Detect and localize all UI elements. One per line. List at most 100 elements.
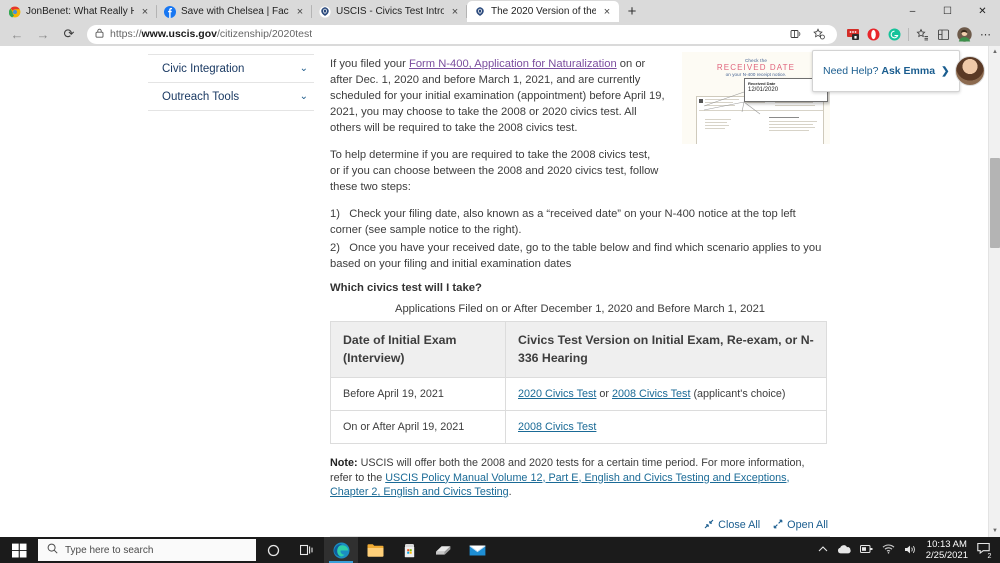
paragraph-filing-window: If you filed your Form N-400, Applicatio… [330, 56, 670, 136]
collapse-arrows-icon [704, 519, 714, 532]
lastpass-extension-icon[interactable] [842, 24, 863, 45]
collections-icon[interactable] [933, 24, 954, 45]
sidebar-nav: Civic Integration ⌄ Outreach Tools ⌄ [148, 46, 314, 111]
facebook-icon [164, 5, 176, 18]
sidebar-item-civic-integration[interactable]: Civic Integration ⌄ [148, 55, 314, 83]
browser-tab-2[interactable]: Save with Chelsea | Facebook × [157, 1, 312, 22]
scroll-up-button[interactable]: ▲ [989, 46, 1000, 58]
sidebar-item-label: Civic Integration [162, 62, 245, 75]
eraser-app-icon[interactable] [426, 537, 460, 563]
open-all-label: Open All [787, 519, 828, 531]
tab-title: The 2020 Version of the Civics Te [491, 5, 596, 17]
opera-extension-icon[interactable] [863, 24, 884, 45]
ask-emma-widget[interactable]: Need Help? Ask Emma ❯ [812, 50, 986, 92]
windows-taskbar: Type here to search 10:13 AM 2/25/2021 2 [0, 537, 1000, 563]
column-header-date: Date of Initial Exam (Interview) [330, 321, 506, 378]
usb-eject-icon[interactable] [859, 544, 873, 556]
file-explorer-icon[interactable] [358, 537, 392, 563]
taskbar-clock[interactable]: 10:13 AM 2/25/2021 [926, 539, 968, 561]
onedrive-icon[interactable] [837, 544, 851, 556]
notification-count: 2 [985, 552, 994, 561]
clock-date: 2/25/2021 [925, 550, 968, 561]
cortana-icon[interactable] [256, 537, 290, 563]
wifi-icon[interactable] [882, 544, 895, 556]
system-tray: 10:13 AM 2/25/2021 2 [818, 539, 1000, 561]
table-caption: Applications Filed on or After December … [394, 303, 766, 315]
note-label: Note: [330, 457, 358, 469]
maximize-button[interactable]: ☐ [930, 0, 965, 22]
sidebar-item-outreach-tools[interactable]: Outreach Tools ⌄ [148, 83, 314, 111]
sample-notice-image: Check the RECEIVED DATE on your N-400 re… [682, 52, 830, 144]
form-n400-link[interactable]: Form N-400, Application for Naturalizati… [409, 58, 617, 70]
grammarly-extension-icon[interactable] [884, 24, 905, 45]
table-header-row: Date of Initial Exam (Interview) Civics … [330, 321, 827, 378]
close-all-label: Close All [718, 519, 761, 531]
reload-button[interactable]: ⟳ [56, 23, 82, 45]
accordion-controls: Close All Open All [330, 519, 830, 532]
chevron-down-icon: ⌄ [299, 63, 308, 74]
close-window-button[interactable]: ✕ [965, 0, 1000, 22]
note-text-after: . [508, 486, 512, 498]
add-favorite-icon[interactable] [808, 24, 829, 45]
test-2020-link[interactable]: 2020 Civics Test [518, 388, 596, 400]
browser-chrome: JonBenet: What Really Happened × Save wi… [0, 0, 1000, 46]
address-bar[interactable]: https://www.uscis.gov/citizenship/2020te… [87, 24, 837, 45]
note-block: Note: USCIS will offer both the 2008 and… [330, 456, 820, 500]
paragraph-two-steps: To help determine if you are required to… [330, 149, 659, 193]
cell-version: 2008 Civics Test [505, 410, 827, 444]
cell-version: 2020 Civics Test or 2008 Civics Test (ap… [505, 377, 827, 411]
browser-toolbar: ← → ⟳ https://www.uscis.gov/citizenship/… [0, 22, 1000, 46]
scroll-down-button[interactable]: ▼ [989, 525, 1000, 537]
tab-close-icon[interactable]: × [449, 6, 461, 17]
new-tab-button[interactable]: + [619, 1, 645, 22]
policy-manual-link[interactable]: USCIS Policy Manual Volume 12, Part E, E… [330, 472, 790, 499]
forward-button[interactable]: → [30, 23, 56, 45]
page-scrollbar[interactable]: ▲ ▼ [988, 46, 1000, 537]
or-text: or [596, 388, 613, 400]
read-aloud-icon[interactable] [785, 24, 806, 45]
expand-arrows-icon [773, 519, 783, 532]
windows-start-icon[interactable] [0, 537, 38, 563]
sidebar-item-clipped[interactable] [148, 46, 314, 55]
volume-icon[interactable] [904, 544, 917, 557]
scrollbar-thumb[interactable] [990, 158, 1000, 248]
tab-strip: JonBenet: What Really Happened × Save wi… [0, 0, 1000, 22]
profile-avatar[interactable] [954, 24, 975, 45]
tab-title: JonBenet: What Really Happened [26, 5, 134, 17]
show-hidden-icons[interactable] [818, 545, 828, 555]
tab-close-icon[interactable]: × [294, 6, 306, 17]
open-all-button[interactable]: Open All [773, 519, 828, 532]
uscis-eagle-icon [319, 5, 331, 18]
task-view-icon[interactable] [290, 537, 324, 563]
page-content: Civic Integration ⌄ Outreach Tools ⌄ Che… [0, 46, 988, 537]
sidebar-item-label: Outreach Tools [162, 90, 240, 103]
settings-more-icon[interactable]: ⋯ [975, 24, 996, 45]
minimize-button[interactable]: – [895, 0, 930, 22]
close-all-button[interactable]: Close All [704, 519, 760, 532]
browser-tab-1[interactable]: JonBenet: What Really Happened × [2, 1, 157, 22]
civics-test-table: Date of Initial Exam (Interview) Civics … [330, 321, 827, 444]
edge-icon[interactable] [324, 537, 358, 563]
browser-tab-3[interactable]: USCIS - Civics Test Introduction × [312, 1, 467, 22]
browser-tab-4-active[interactable]: The 2020 Version of the Civics Te × [467, 1, 619, 22]
search-input[interactable]: Type here to search [38, 539, 256, 561]
tab-close-icon[interactable]: × [139, 6, 151, 17]
url-text: https://www.uscis.gov/citizenship/2020te… [110, 28, 313, 40]
tab-close-icon[interactable]: × [601, 6, 613, 17]
microsoft-store-icon[interactable] [392, 537, 426, 563]
main-content: Check the RECEIVED DATE on your N-400 re… [330, 46, 830, 537]
step-2-text: 2) Once you have your received date, go … [330, 242, 822, 270]
favorites-icon[interactable] [912, 24, 933, 45]
toolbar-divider [908, 27, 909, 41]
back-button[interactable]: ← [4, 23, 30, 45]
cell-date: On or After April 19, 2021 [330, 410, 506, 444]
tab-title: USCIS - Civics Test Introduction [336, 5, 444, 17]
notification-center-icon[interactable]: 2 [977, 542, 994, 561]
table-row: Before April 19, 2021 2020 Civics Test o… [330, 377, 827, 411]
step-1-text: 1) Check your filing date, also known as… [330, 208, 796, 236]
emma-avatar [955, 56, 986, 86]
table-body: Before April 19, 2021 2020 Civics Test o… [330, 377, 827, 444]
test-2008-link[interactable]: 2008 Civics Test [518, 421, 596, 433]
test-2008-link[interactable]: 2008 Civics Test [612, 388, 690, 400]
mail-icon[interactable] [460, 537, 494, 563]
